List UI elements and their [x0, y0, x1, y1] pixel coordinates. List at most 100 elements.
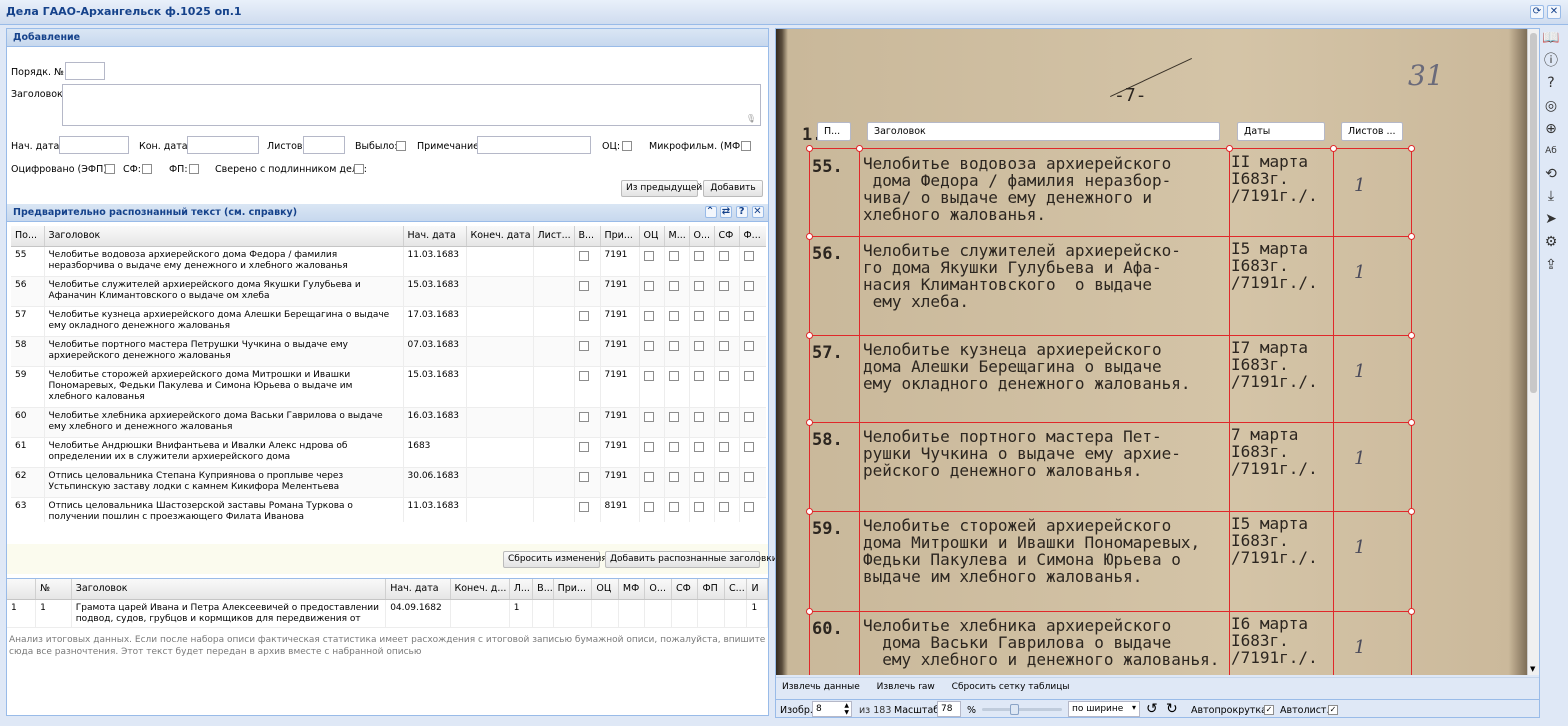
info-icon[interactable]: ⓘ [1541, 51, 1561, 71]
row-checkbox[interactable] [743, 310, 754, 321]
row-sheets[interactable] [533, 467, 575, 497]
row-checkbox[interactable] [693, 250, 704, 261]
row-checkbox[interactable] [643, 370, 654, 381]
fit-select[interactable]: по ширине ▾ [1068, 701, 1140, 717]
grid-column-line[interactable] [809, 148, 810, 675]
row-sheets[interactable] [533, 366, 575, 407]
row-o[interactable] [689, 246, 715, 276]
bottom-column-header[interactable]: В... [532, 579, 554, 600]
bottom-column-header[interactable]: Конеч. д... [450, 579, 510, 600]
row-mf[interactable] [664, 467, 690, 497]
row-checkbox[interactable] [578, 310, 589, 321]
end-date-input[interactable] [187, 136, 259, 154]
image-number-input[interactable]: 8 ▲ ▼ [812, 701, 852, 717]
bottom-cell[interactable] [724, 599, 748, 627]
oc-checkbox[interactable] [622, 141, 632, 151]
bottom-cell[interactable] [553, 599, 593, 627]
checked-checkbox[interactable] [354, 164, 364, 174]
row-checkbox[interactable] [693, 411, 704, 422]
order-input[interactable] [65, 62, 105, 80]
row-oc[interactable] [639, 306, 665, 336]
row-checkbox[interactable] [718, 370, 729, 381]
row-fp[interactable] [739, 306, 766, 336]
row-checkbox[interactable] [668, 280, 679, 291]
rotate-right-icon[interactable]: ↻ [1166, 701, 1178, 717]
bottom-cell[interactable]: 1 [35, 599, 72, 627]
row-checkbox[interactable] [718, 310, 729, 321]
bottom-column-header[interactable]: И [746, 579, 768, 600]
digitized-checkbox[interactable] [105, 164, 115, 174]
refresh-icon[interactable]: ⟳ [1530, 5, 1544, 19]
row-number[interactable]: 58 [11, 336, 45, 366]
row-checkbox[interactable] [578, 471, 589, 482]
bottom-cell[interactable] [618, 599, 646, 627]
grid-row-line[interactable] [809, 611, 1411, 612]
viewer-scrollbar[interactable]: ▼ [1527, 29, 1539, 675]
row-sf[interactable] [714, 437, 740, 467]
row-title[interactable]: Челобитье сторожей архиерейского дома Ми… [44, 366, 404, 407]
grid-column-line[interactable] [1333, 148, 1334, 675]
row-checkbox[interactable] [743, 471, 754, 482]
row-checkbox[interactable] [668, 310, 679, 321]
ocr-column-header[interactable]: В... [574, 226, 601, 247]
grid-handle[interactable] [1408, 332, 1415, 339]
row-note[interactable]: 7191 [600, 336, 640, 366]
row-fp[interactable] [739, 336, 766, 366]
row-sf[interactable] [714, 497, 740, 522]
bottom-column-header[interactable]: О... [644, 579, 672, 600]
row-oc[interactable] [639, 366, 665, 407]
bottom-column-header[interactable]: Нач. дата [385, 579, 451, 600]
row-checkbox[interactable] [718, 340, 729, 351]
row-end-date[interactable] [466, 276, 534, 306]
row-checkbox[interactable] [693, 280, 704, 291]
grid-row-line[interactable] [809, 148, 1411, 149]
bottom-cell[interactable] [671, 599, 699, 627]
row-start-date[interactable]: 11.03.1683 [403, 246, 467, 276]
grid-handle[interactable] [806, 233, 813, 240]
keyboard-layout-icon[interactable]: Аб [1541, 141, 1561, 161]
row-start-date[interactable]: 07.03.1683 [403, 336, 467, 366]
row-sheets[interactable] [533, 276, 575, 306]
bottom-cell[interactable]: 1 [746, 599, 768, 627]
bottom-cell[interactable] [450, 599, 510, 627]
ocr-column-header[interactable]: По... [11, 226, 45, 247]
row-checkbox[interactable] [578, 411, 589, 422]
scroll-down-icon[interactable]: ▼ [1530, 665, 1535, 673]
row-checkbox[interactable] [693, 310, 704, 321]
globe-icon[interactable]: ⊕ [1541, 119, 1561, 139]
removed-checkbox[interactable] [396, 141, 406, 151]
row-mf[interactable] [664, 276, 690, 306]
row-checkbox[interactable] [578, 280, 589, 291]
row-checkbox[interactable] [578, 441, 589, 452]
row-start-date[interactable]: 17.03.1683 [403, 306, 467, 336]
row-note[interactable]: 7191 [600, 366, 640, 407]
row-sf[interactable] [714, 246, 740, 276]
table-row[interactable]: 1 1 Грамота царей Ивана и Петра Алексеевич… [7, 599, 768, 627]
table-row[interactable]: 59 Челобитье сторожей архиерейского дома … [11, 366, 766, 407]
bottom-column-header[interactable]: Заголовок [71, 579, 387, 600]
row-title[interactable]: Челобитье Андрюшки Внифантьева и Ивалки … [44, 437, 404, 467]
book-icon[interactable]: 📖 [1541, 28, 1561, 48]
row-checkbox[interactable] [668, 250, 679, 261]
row-start-date[interactable]: 11.03.1683 [403, 497, 467, 522]
row-o[interactable] [689, 497, 715, 522]
row-checkbox[interactable] [743, 411, 754, 422]
help-icon[interactable]: ? [736, 206, 749, 218]
row-number[interactable]: 59 [11, 366, 45, 407]
row-number[interactable]: 56 [11, 276, 45, 306]
bottom-column-header[interactable]: № [35, 579, 72, 600]
row-checkbox[interactable] [693, 441, 704, 452]
row-checkbox[interactable] [743, 250, 754, 261]
bottom-column-header[interactable]: При... [553, 579, 593, 600]
heading-textarea[interactable]: 🎙 [62, 84, 761, 126]
row-removed[interactable] [574, 276, 601, 306]
bottom-cell[interactable]: 1 [7, 599, 37, 627]
download-icon[interactable]: ⤓ [1541, 186, 1561, 206]
row-checkbox[interactable] [643, 471, 654, 482]
row-start-date[interactable]: 30.06.1683 [403, 467, 467, 497]
row-sheets[interactable] [533, 497, 575, 522]
row-end-date[interactable] [466, 407, 534, 437]
row-removed[interactable] [574, 306, 601, 336]
ocr-column-header[interactable]: Заголовок [44, 226, 404, 247]
extract-raw-button[interactable]: Извлечь raw [877, 682, 935, 692]
